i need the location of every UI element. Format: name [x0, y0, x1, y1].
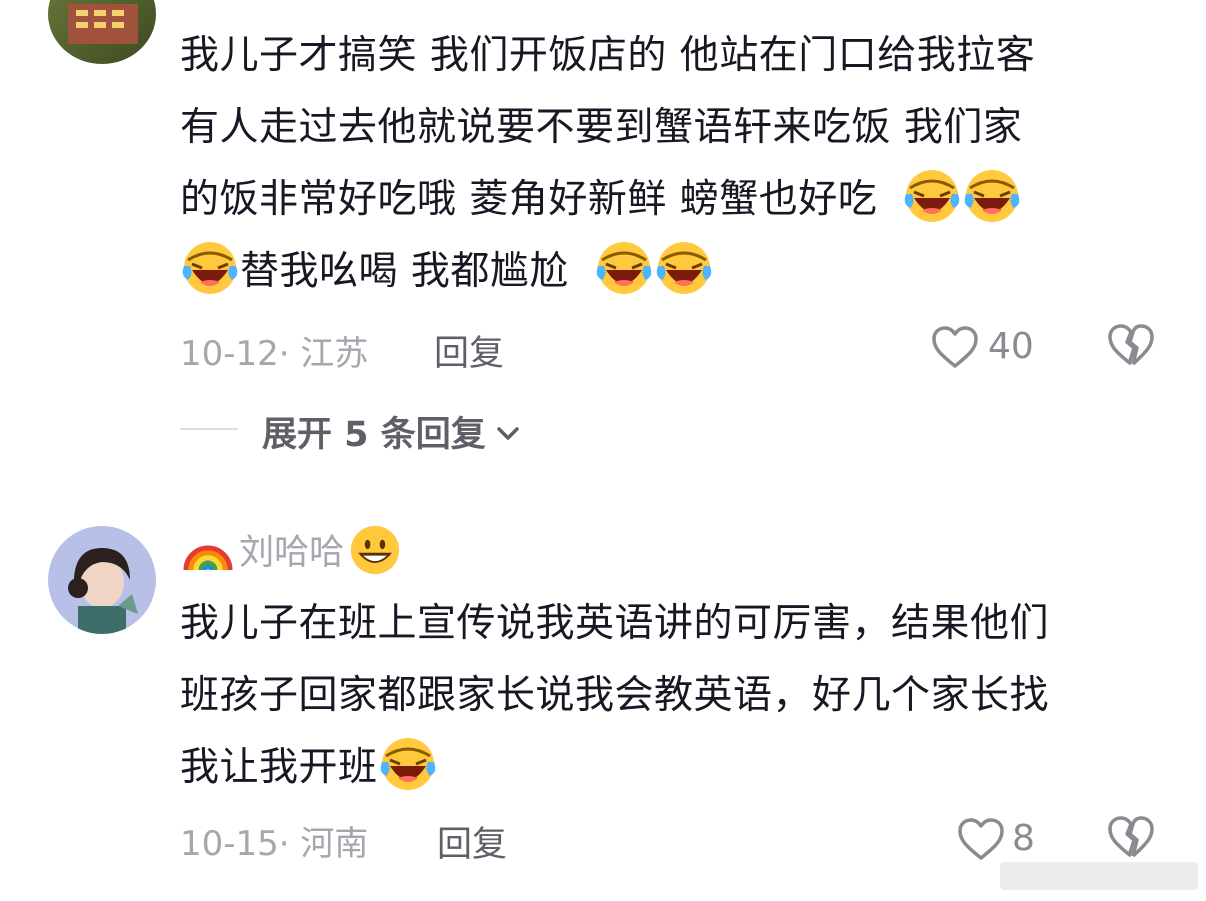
expand-replies-label: 展开 5 条回复	[262, 415, 486, 455]
comment-line: 的饭非常好吃哦 菱角好新鲜 螃蟹也好吃	[180, 164, 1170, 236]
expand-replies-button[interactable]: 展开 5 条回复	[262, 406, 521, 455]
avatar-image	[68, 548, 138, 634]
comment-line: 班孩子回家都跟家长说我会教英语，好几个家长找	[180, 673, 1050, 718]
heart-outline-icon	[932, 326, 978, 368]
like-button[interactable]: 40	[930, 322, 1040, 372]
grinning-emoji	[350, 524, 401, 576]
like-count: 40	[988, 326, 1034, 367]
avatar-image	[68, 4, 138, 44]
heart-outline-icon	[958, 818, 1004, 860]
comment-text: 我儿子在班上宣传说我英语讲的可厉害，结果他们 班孩子回家都跟家长说我会教英语，好…	[180, 588, 1170, 804]
dislike-button[interactable]	[1106, 322, 1158, 372]
comment-line: 我儿子在班上宣传说我英语讲的可厉害，结果他们	[180, 601, 1050, 646]
like-button[interactable]: 8	[956, 814, 1042, 864]
reply-button[interactable]: 回复	[434, 325, 504, 376]
rolling-laughing-emoji	[904, 168, 961, 224]
comment-date-location: 10-15· 河南	[180, 824, 369, 864]
rolling-laughing-emoji	[964, 168, 1021, 224]
avatar[interactable]	[48, 0, 156, 64]
expand-divider	[180, 428, 238, 430]
broken-heart-icon	[1108, 816, 1154, 858]
rainbow-emoji	[183, 545, 233, 571]
rolling-laughing-emoji	[655, 240, 712, 296]
comment-line: 我儿子才搞笑 我们开饭店的 他站在门口给我拉客	[180, 33, 1036, 78]
avatar[interactable]	[48, 526, 156, 634]
like-count: 8	[1012, 818, 1035, 859]
dislike-button[interactable]	[1106, 814, 1158, 864]
comment-line: 我让我开班	[180, 732, 1170, 804]
username: 刘哈哈	[239, 533, 345, 573]
reply-button[interactable]: 回复	[437, 816, 507, 867]
rolling-laughing-emoji	[379, 736, 436, 792]
comment-line: 替我吆喝 我都尴尬	[180, 236, 1170, 308]
comment-line-text: 的饭非常好吃哦 菱角好新鲜 螃蟹也好吃	[180, 177, 878, 222]
chevron-down-icon	[497, 427, 519, 440]
watermark	[1000, 862, 1198, 890]
comment-line: 有人走过去他就说要不要到蟹语轩来吃饭 我们家	[180, 105, 1023, 150]
rolling-laughing-emoji	[595, 240, 652, 296]
comment-text: 我儿子才搞笑 我们开饭店的 他站在门口给我拉客 有人走过去他就说要不要到蟹语轩来…	[180, 20, 1170, 308]
comment-line-text: 替我吆喝 我都尴尬	[240, 249, 569, 294]
comment-date-location: 10-12· 江苏	[180, 334, 369, 374]
comment-line-text: 我让我开班	[180, 745, 378, 790]
rolling-laughing-emoji	[182, 240, 238, 296]
broken-heart-icon	[1108, 324, 1154, 366]
username-row[interactable]: 刘哈哈	[182, 524, 401, 580]
